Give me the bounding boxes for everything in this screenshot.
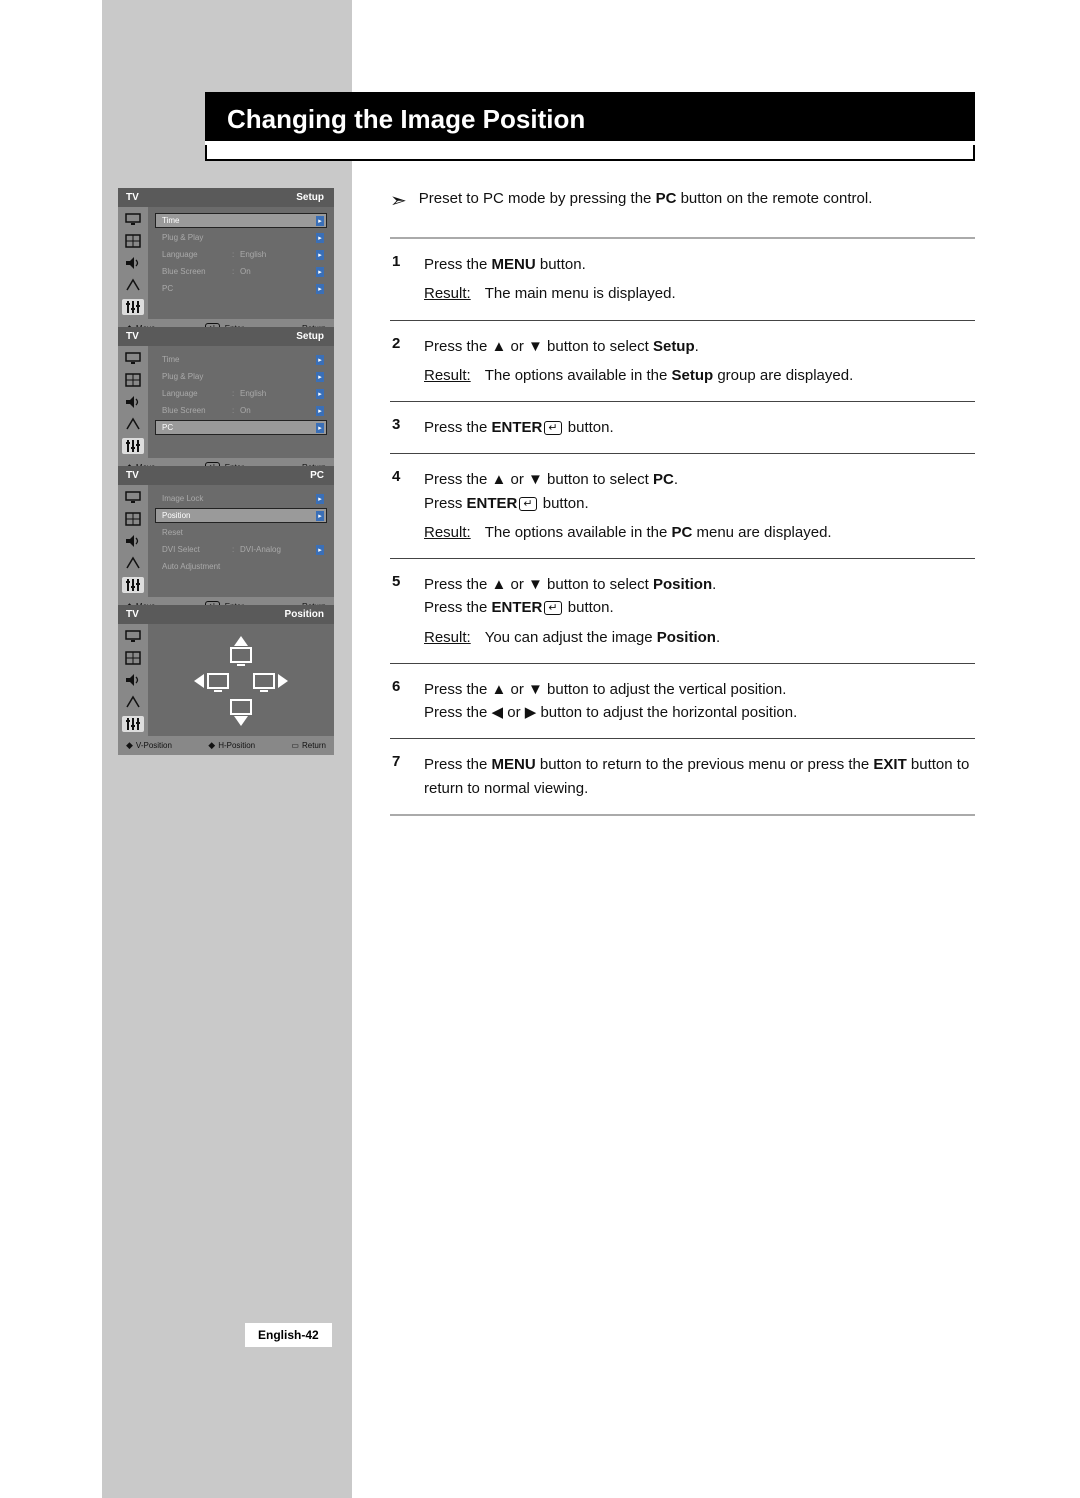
picture-icon [122,650,144,666]
osd-position-adjust: TV Position ◆V-Position ◆H-Posi [118,605,334,755]
step-7: 7 Press the MENU button to return to the… [390,739,975,814]
step-6: 6 Press the ▲ or ▼ button to adjust the … [390,664,975,740]
osd-tv-label: TV [126,609,139,620]
note-row: ➣ Preset to PC mode by pressing the PC b… [390,190,975,211]
position-down [230,699,252,726]
tv-icon [207,673,229,689]
osd-menu-list: Time▸ Plug & Play▸ Language:English▸ Blu… [148,207,334,319]
osd-title: Setup [296,192,324,203]
arrow-right-icon: ▸ [316,267,324,277]
osd-icon-column [118,346,148,458]
arrow-right-icon: ▸ [316,545,324,555]
menu-item-language: Language:English▸ [155,386,327,401]
sound-icon [122,394,144,410]
enter-icon: ↵ [544,421,561,435]
input-icon [122,211,144,227]
setup-icon [122,438,144,454]
setup-icon [122,716,144,732]
note-arrow-icon: ➣ [390,190,407,211]
setup-icon [122,299,144,315]
arrow-right-icon: ▸ [316,372,324,382]
osd-menu-list: Time▸ Plug & Play▸ Language:English▸ Blu… [148,346,334,458]
arrow-right-icon: ▸ [316,511,324,521]
position-left [194,673,229,689]
arrow-right-icon [278,674,288,688]
sound-icon [122,255,144,271]
page-title: Changing the Image Position [205,98,975,145]
enter-icon: ↵ [544,601,561,615]
arrow-right-icon: ▸ [316,389,324,399]
step-list: 1 Press the MENU button. Result:The main… [390,237,975,816]
picture-icon [122,511,144,527]
step-3: 3 Press the ENTER↵ button. [390,402,975,454]
menu-item-plugplay: Plug & Play▸ [155,230,327,245]
arrow-right-icon: ▸ [316,423,324,433]
osd-title: PC [310,470,324,481]
menu-item-bluescreen: Blue Screen:On▸ [155,264,327,279]
note-text: Preset to PC mode by pressing the PC but… [419,190,873,207]
arrow-right-icon: ▸ [316,284,324,294]
position-arrows [148,624,334,736]
sound-icon [122,672,144,688]
osd-footer: ◆V-Position ◆H-Position ▭Return [118,736,334,755]
picture-icon [122,233,144,249]
arrow-up-icon [234,636,248,646]
input-icon [122,628,144,644]
arrow-right-icon: ▸ [316,494,324,504]
tv-icon [230,699,252,715]
osd-setup-time: TV Setup Time▸ Plug & Play▸ Language:Eng… [118,188,334,338]
arrow-left-icon [194,674,204,688]
osd-tv-label: TV [126,192,139,203]
tv-icon [253,673,275,689]
menu-item-imagelock: Image Lock▸ [155,491,327,506]
menu-item-dviselect: DVI Select:DVI-Analog▸ [155,542,327,557]
channel-icon [122,555,144,571]
setup-icon [122,577,144,593]
osd-tv-label: TV [126,470,139,481]
arrow-right-icon: ▸ [316,355,324,365]
enter-icon: ↵ [519,497,536,511]
channel-icon [122,277,144,293]
menu-item-autoadjust: Auto Adjustment [155,559,327,574]
step-2: 2 Press the ▲ or ▼ button to select Setu… [390,321,975,403]
page-number: English-42 [245,1323,332,1347]
step-1: 1 Press the MENU button. Result:The main… [390,239,975,321]
menu-item-language: Language:English▸ [155,247,327,262]
menu-item-position: Position▸ [155,508,327,523]
osd-setup-pc: TV Setup Time▸ Plug & Play▸ Language:Eng… [118,327,334,477]
osd-title: Position [285,609,324,620]
instruction-content: ➣ Preset to PC mode by pressing the PC b… [390,190,975,816]
channel-icon [122,694,144,710]
channel-icon [122,416,144,432]
arrow-right-icon: ▸ [316,216,324,226]
sound-icon [122,533,144,549]
osd-icon-column [118,624,148,736]
menu-item-reset: Reset [155,525,327,540]
osd-tv-label: TV [126,331,139,342]
osd-pc-position: TV PC Image Lock▸ Position▸ Reset DVI Se… [118,466,334,616]
osd-menu-list: Image Lock▸ Position▸ Reset DVI Select:D… [148,485,334,597]
arrow-right-icon: ▸ [316,233,324,243]
picture-icon [122,372,144,388]
menu-item-bluescreen: Blue Screen:On▸ [155,403,327,418]
menu-item-pc: PC▸ [155,420,327,435]
menu-item-plugplay: Plug & Play▸ [155,369,327,384]
input-icon [122,350,144,366]
input-icon [122,489,144,505]
menu-item-pc: PC▸ [155,281,327,296]
menu-item-time: Time▸ [155,213,327,228]
step-5: 5 Press the ▲ or ▼ button to select Posi… [390,559,975,664]
arrow-right-icon: ▸ [316,250,324,260]
menu-item-time: Time▸ [155,352,327,367]
osd-icon-column [118,207,148,319]
position-right [253,673,288,689]
position-up [230,636,252,663]
tv-icon [230,647,252,663]
osd-icon-column [118,485,148,597]
arrow-right-icon: ▸ [316,406,324,416]
step-4: 4 Press the ▲ or ▼ button to select PC. … [390,454,975,559]
osd-title: Setup [296,331,324,342]
page-heading-box: Changing the Image Position [205,92,975,161]
